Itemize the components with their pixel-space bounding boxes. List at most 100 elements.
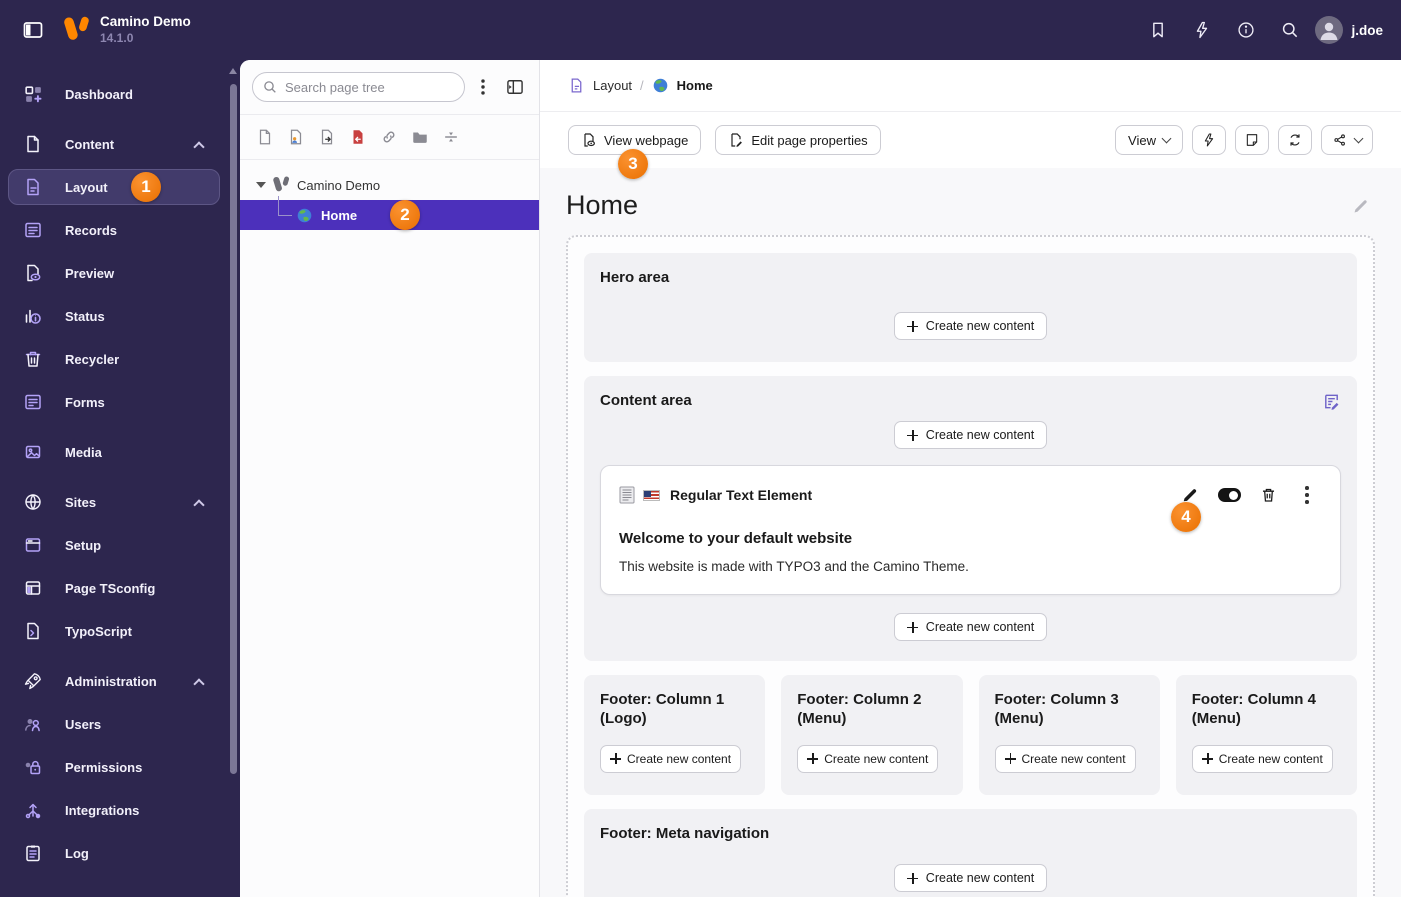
column-footer-2: Footer: Column 2 (Menu) Create new conte… xyxy=(781,675,962,795)
doc-header: View webpage 3 Edit page properties View xyxy=(540,112,1401,168)
help-button[interactable] xyxy=(1227,11,1265,49)
bookmarks-button[interactable] xyxy=(1139,11,1177,49)
cache-button[interactable] xyxy=(1192,125,1226,155)
note-button[interactable] xyxy=(1235,125,1269,155)
chevron-up-icon xyxy=(193,499,204,510)
column-title: Footer: Column 1 (Logo) xyxy=(600,691,749,729)
modulemenu-toggle-button[interactable] xyxy=(16,13,50,47)
media-icon xyxy=(21,440,45,464)
clear-cache-button[interactable] xyxy=(1183,11,1221,49)
sidebar-item-label: Permissions xyxy=(65,760,142,775)
sidebar-item-typoscript[interactable]: TypoScript xyxy=(8,613,220,649)
footer-columns: Footer: Column 1 (Logo) Create new conte… xyxy=(584,675,1357,795)
avatar xyxy=(1315,16,1343,44)
text-element-type-icon xyxy=(619,486,635,504)
sidebar-item-administration[interactable]: Administration xyxy=(8,663,220,699)
sidebar-item-dashboard[interactable]: Dashboard xyxy=(8,76,220,112)
create-new-content-button[interactable]: Create new content xyxy=(995,745,1136,773)
create-new-content-button[interactable]: Create new content xyxy=(894,421,1047,449)
sidebar-item-preview[interactable]: Preview xyxy=(8,255,220,291)
edit-title-icon[interactable] xyxy=(1352,198,1369,215)
sidebar-item-label: Sites xyxy=(65,495,96,510)
page-layout-body: Home Hero area Create new content xyxy=(540,168,1401,897)
create-new-content-button[interactable]: Create new content xyxy=(894,613,1047,641)
view-dropdown-label: View xyxy=(1128,133,1156,148)
sidebar-item-records[interactable]: Records xyxy=(8,212,220,248)
sidebar-item-page-tsconfig[interactable]: Page TSconfig xyxy=(8,570,220,606)
edit-element-button[interactable]: 4 xyxy=(1177,482,1203,508)
plus-icon xyxy=(610,753,621,764)
view-dropdown-button[interactable]: View xyxy=(1115,125,1183,155)
sidebar-item-setup[interactable]: Setup xyxy=(8,527,220,563)
content-icon xyxy=(21,132,45,156)
sidebar-item-recycler[interactable]: Recycler xyxy=(8,341,220,377)
collapse-tree-panel-button[interactable] xyxy=(501,73,529,101)
new-page-user-icon[interactable] xyxy=(285,126,307,148)
create-new-content-button[interactable]: Create new content xyxy=(797,745,938,773)
plus-icon xyxy=(907,321,918,332)
link-icon[interactable] xyxy=(378,126,400,148)
breadcrumb-page[interactable]: Home xyxy=(677,78,713,93)
hide-element-toggle[interactable] xyxy=(1216,482,1242,508)
topbar: Camino Demo 14.1.0 j.doe xyxy=(0,0,1401,60)
sidebar-item-content[interactable]: Content xyxy=(8,126,220,162)
search-button[interactable] xyxy=(1271,11,1309,49)
edit-page-icon xyxy=(728,132,744,148)
sidebar-scroll-up-icon[interactable] xyxy=(229,68,237,74)
sidebar-item-log[interactable]: Log xyxy=(8,835,220,871)
annotation-step-4: 4 xyxy=(1171,502,1201,532)
new-shortcut-page-icon[interactable] xyxy=(316,126,338,148)
sidebar-item-label: Content xyxy=(65,137,114,152)
create-new-content-button[interactable]: Create new content xyxy=(894,864,1047,892)
breadcrumb-module[interactable]: Layout xyxy=(593,78,632,93)
brand[interactable]: Camino Demo 14.1.0 xyxy=(64,14,191,46)
sidebar-item-integrations[interactable]: Integrations xyxy=(8,792,220,828)
layout-icon xyxy=(21,175,45,199)
sidebar-scrollbar[interactable] xyxy=(230,84,237,774)
edit-content-list-icon[interactable] xyxy=(1322,392,1341,411)
sidebar-item-layout[interactable]: Layout 1 xyxy=(8,169,220,205)
user-menu-button[interactable]: j.doe xyxy=(1315,16,1383,44)
info-icon xyxy=(1236,20,1256,40)
page-columns-container: Hero area Create new content xyxy=(566,235,1375,897)
chevron-down-icon xyxy=(1354,134,1364,144)
globe-page-icon xyxy=(652,77,669,94)
plus-icon xyxy=(1005,753,1016,764)
page-tree-search-input[interactable] xyxy=(252,72,465,102)
us-flag-icon xyxy=(643,490,660,501)
sidebar-item-label: Media xyxy=(65,445,102,460)
sidebar-item-users[interactable]: Users xyxy=(8,706,220,742)
chevron-down-icon xyxy=(1162,134,1172,144)
share-dropdown-button[interactable] xyxy=(1321,125,1373,155)
create-new-content-label: Create new content xyxy=(1219,752,1323,766)
new-page-icon[interactable] xyxy=(254,126,276,148)
sidebar-item-media[interactable]: Media xyxy=(8,434,220,470)
create-new-content-button[interactable]: Create new content xyxy=(1192,745,1333,773)
folder-icon[interactable] xyxy=(409,126,431,148)
edit-page-properties-button[interactable]: Edit page properties xyxy=(715,125,880,155)
create-new-content-button[interactable]: Create new content xyxy=(894,312,1047,340)
plus-icon xyxy=(907,873,918,884)
tree-node-home[interactable]: Home 2 xyxy=(240,200,539,230)
typo3-backend: Camino Demo 14.1.0 j.doe xyxy=(0,0,1401,897)
tree-node-label: Camino Demo xyxy=(297,178,380,193)
chevron-down-icon[interactable] xyxy=(256,182,266,188)
delete-element-button[interactable] xyxy=(1255,482,1281,508)
new-link-page-icon[interactable] xyxy=(347,126,369,148)
sidebar-item-status[interactable]: Status xyxy=(8,298,220,334)
tree-options-button[interactable] xyxy=(469,73,497,101)
annotation-step-1: 1 xyxy=(131,172,161,202)
column-footer-4: Footer: Column 4 (Menu) Create new conte… xyxy=(1176,675,1357,795)
refresh-button[interactable] xyxy=(1278,125,1312,155)
note-icon xyxy=(1244,132,1260,148)
sidebar-item-permissions[interactable]: Permissions xyxy=(8,749,220,785)
content-element-regular-text[interactable]: Regular Text Element 4 xyxy=(600,465,1341,595)
separator-icon[interactable] xyxy=(440,126,462,148)
create-new-content-button[interactable]: Create new content xyxy=(600,745,741,773)
bolt-icon xyxy=(1192,20,1212,40)
sidebar-item-forms[interactable]: Forms xyxy=(8,384,220,420)
sidebar-item-sites[interactable]: Sites xyxy=(8,484,220,520)
element-more-button[interactable] xyxy=(1294,482,1320,508)
module-menu: Dashboard Content Layout 1 xyxy=(0,60,240,897)
plus-icon xyxy=(907,622,918,633)
